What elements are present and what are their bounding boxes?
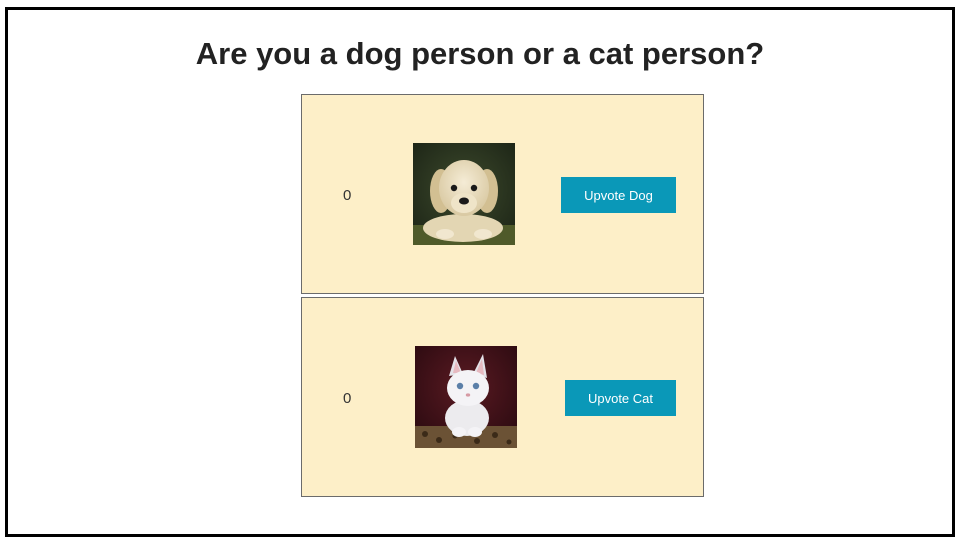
dog-photo-icon	[413, 143, 515, 245]
page-title: Are you a dog person or a cat person?	[195, 36, 765, 71]
dog-vote-count: 0	[343, 187, 352, 204]
cat-vote-count: 0	[343, 390, 352, 407]
cat-card: 0 Upvote Cat	[301, 297, 704, 497]
cat-photo-icon	[415, 346, 517, 448]
upvote-cat-button[interactable]: Upvote Cat	[565, 380, 676, 416]
dog-image	[413, 143, 515, 245]
page-frame: Are you a dog person or a cat person? 0	[5, 7, 955, 537]
upvote-dog-button[interactable]: Upvote Dog	[561, 177, 676, 213]
cat-image	[415, 346, 517, 448]
dog-card: 0 Upvote Dog	[301, 94, 704, 294]
